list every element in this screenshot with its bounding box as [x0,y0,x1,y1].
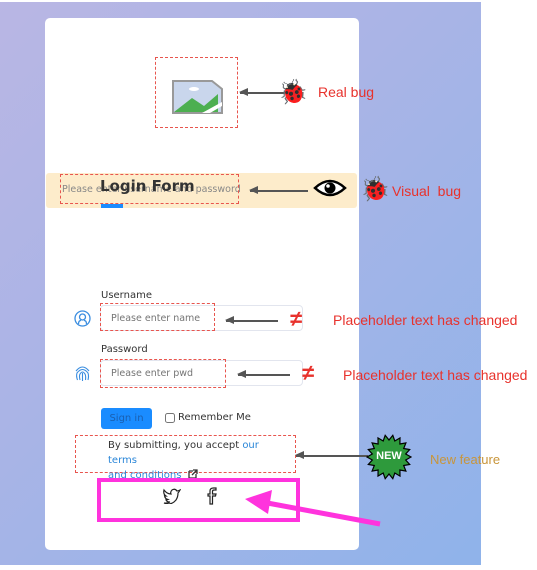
new-feature-annotation: New feature [430,452,501,467]
new-badge-label: NEW [376,450,402,462]
highlight-arrow-icon [245,490,381,527]
arrow-icon [295,452,368,458]
eye-icon [313,179,347,197]
title-underline [101,204,123,208]
placeholder-highlight-box [100,303,215,331]
ladybug-icon: 🐞 [278,79,308,106]
placeholder-changed-annotation: Placeholder text has changed [333,312,518,328]
visual-bug-annotation: Visual bug [392,183,462,199]
twitter-icon[interactable] [163,488,181,504]
not-equal-icon: ≠ [302,360,315,385]
not-equal-icon: ≠ [290,306,303,331]
visual-bug-highlight-box [60,174,239,204]
terms-text: By submitting, you accept our terms and c… [108,438,288,483]
broken-image-icon [172,80,223,114]
real-bug-annotation: Real bug [318,84,375,100]
placeholder-highlight-box [100,359,226,388]
arrow-icon [249,187,308,193]
arrow-icon [237,371,290,377]
ladybug-icon: 🐞 [360,176,390,203]
remember-me-label[interactable]: Remember Me [178,412,251,423]
user-icon [74,310,91,327]
terms-prefix: By submitting, you accept [108,440,243,451]
remember-me-checkbox[interactable] [165,413,175,423]
fingerprint-icon [75,366,90,381]
username-label: Username [101,290,152,301]
arrow-icon [225,317,278,323]
sign-in-button[interactable]: Sign in [101,408,152,429]
password-label: Password [101,344,148,355]
placeholder-changed-annotation: Placeholder text has changed [343,367,528,383]
facebook-icon[interactable] [206,487,218,505]
